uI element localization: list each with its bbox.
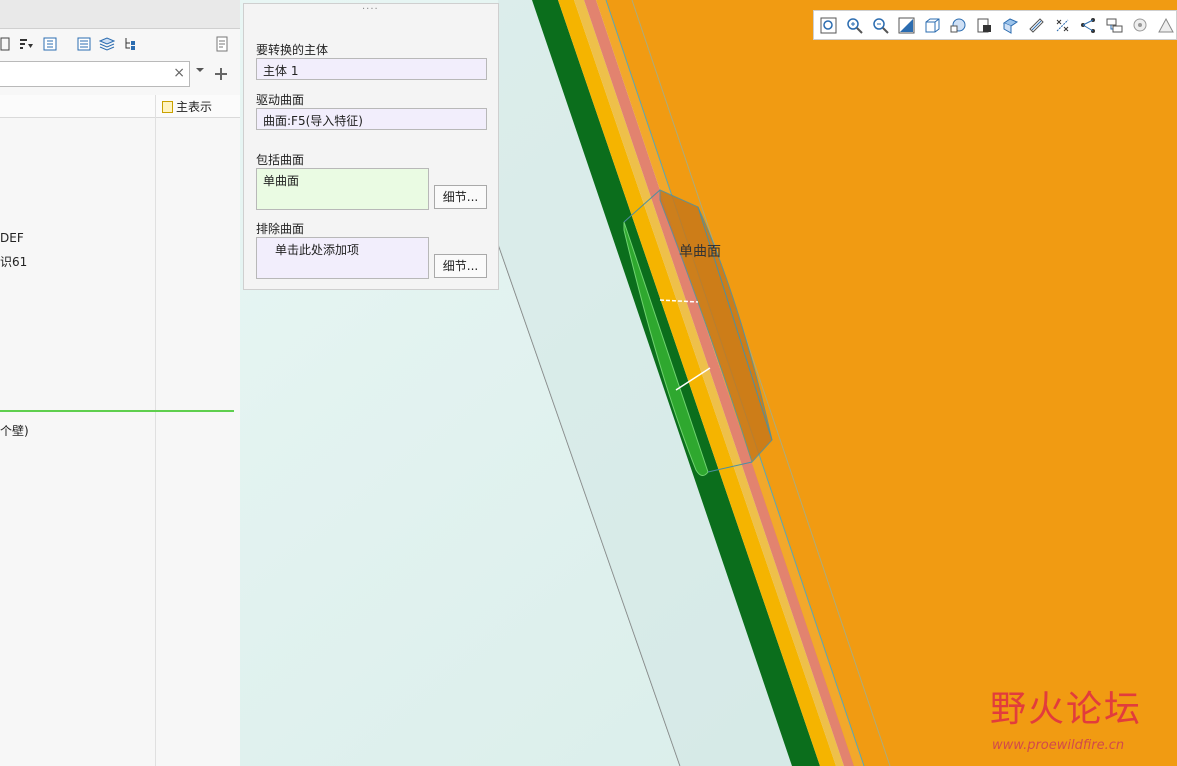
include-details-button[interactable]: 细节... <box>434 185 487 209</box>
zoom-out-icon[interactable] <box>872 17 889 34</box>
forum-watermark: 野火论坛 www.proewildfire.cn <box>990 680 1143 753</box>
body-transform-dialog: ···· 要转换的主体 主体 1 驱动曲面 曲面:F5(导入特征) 包括曲面 单… <box>243 3 499 290</box>
chevron-down-icon[interactable] <box>195 66 205 74</box>
drive-surface-field[interactable]: 曲面:F5(导入特征) <box>256 108 487 130</box>
notes-icon[interactable] <box>214 36 230 52</box>
tree-row[interactable]: 识61 <box>0 253 27 270</box>
zoom-in-icon[interactable] <box>846 17 863 34</box>
model-tree-panel: × 主表示 DEF 识61 个壁) <box>0 0 241 766</box>
add-icon[interactable] <box>214 67 228 81</box>
spin-center-icon[interactable] <box>1132 17 1149 34</box>
repaint-icon[interactable] <box>898 17 915 34</box>
display-style-icon[interactable] <box>976 17 993 34</box>
column-separator <box>155 95 156 766</box>
tree-options-icon[interactable] <box>123 36 139 52</box>
tree-row[interactable]: 个壁) <box>0 422 29 439</box>
surface-annotation-label: 单曲面 <box>679 244 721 260</box>
clear-search-icon[interactable]: × <box>173 65 185 81</box>
csys-display-icon[interactable] <box>1080 17 1097 34</box>
filter-icon[interactable] <box>18 36 34 52</box>
drive-surface-label: 驱动曲面 <box>256 93 305 107</box>
exclude-surfaces-collector[interactable]: 单击此处添加项 <box>256 237 429 279</box>
orientation-icon[interactable] <box>950 17 967 34</box>
tree-title-bar <box>0 0 240 29</box>
annotations-icon[interactable] <box>1106 17 1123 34</box>
tree-search-input[interactable] <box>3 62 167 86</box>
point-display-icon[interactable] <box>1054 17 1071 34</box>
watermark-logo-text: 野火论坛 <box>990 689 1143 730</box>
section-icon[interactable] <box>1002 17 1019 34</box>
tree-toolbar <box>0 30 240 58</box>
dialog-drag-handle[interactable]: ···· <box>362 4 379 15</box>
insert-here-indicator[interactable] <box>0 410 234 412</box>
tree-search-box[interactable]: × <box>0 61 190 87</box>
show-tree-icon[interactable] <box>0 36 16 52</box>
include-surfaces-collector[interactable]: 单曲面 <box>256 168 429 210</box>
appearance-icon[interactable] <box>1158 17 1175 34</box>
zoom-fit-icon[interactable] <box>820 17 837 34</box>
include-surfaces-label: 包括曲面 <box>256 153 305 167</box>
columns-icon[interactable] <box>76 36 92 52</box>
representation-icon <box>162 101 173 113</box>
watermark-url: www.proewildfire.cn <box>992 738 1125 753</box>
body-to-convert-label: 要转换的主体 <box>256 43 329 57</box>
datum-display-icon[interactable] <box>1028 17 1045 34</box>
column-header-main-representation[interactable]: 主表示 <box>162 98 212 115</box>
exclude-details-button[interactable]: 细节... <box>434 254 487 278</box>
exclude-surfaces-label: 排除曲面 <box>256 222 305 236</box>
settings-icon[interactable] <box>42 36 58 52</box>
saved-views-icon[interactable] <box>924 17 941 34</box>
layers-icon[interactable] <box>99 36 115 52</box>
body-to-convert-field[interactable]: 主体 1 <box>256 58 487 80</box>
tree-row[interactable]: DEF <box>0 231 24 245</box>
view-toolbar <box>813 10 1177 40</box>
